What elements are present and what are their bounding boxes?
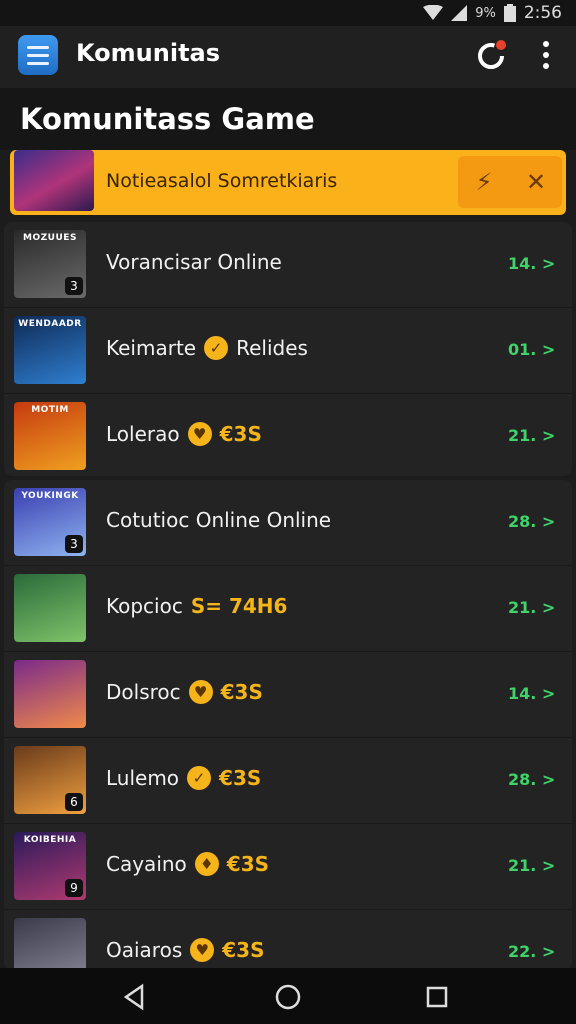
- community-name: Cotutioc Online Online: [106, 508, 332, 532]
- battery-percent: 9%: [475, 5, 496, 21]
- banner-thumbnail: [14, 150, 94, 211]
- signal-icon: [451, 5, 468, 21]
- back-icon[interactable]: [120, 982, 150, 1012]
- page-title: Komunitass Game: [20, 102, 315, 136]
- thumbnail-tag: MOTIM: [31, 405, 69, 415]
- status-badge-icon: ♥: [190, 938, 215, 962]
- status-badge-icon: ✓: [204, 336, 229, 360]
- battery-icon: [503, 4, 516, 22]
- community-name: Lolerao: [106, 422, 180, 446]
- row-label: Dolsroc ♥ €3S: [106, 680, 263, 704]
- member-count[interactable]: 14. >: [508, 254, 555, 273]
- community-name: Kopcioc: [106, 594, 183, 618]
- member-count[interactable]: 21. >: [508, 856, 555, 875]
- navigation-bar: [0, 968, 576, 1024]
- reward-value: S= 74H6: [190, 594, 288, 618]
- member-count[interactable]: 28. >: [508, 512, 555, 531]
- game-thumbnail: MOTIM: [14, 402, 86, 470]
- row-label: Kopcioc S= 74H6: [106, 594, 287, 618]
- chip-text: Relides: [236, 336, 308, 360]
- page-header: Komunitass Game: [0, 88, 576, 150]
- game-thumbnail: MOZUUES 3: [14, 230, 86, 298]
- member-count[interactable]: 22. >: [508, 942, 555, 961]
- close-icon[interactable]: ✕: [516, 168, 556, 196]
- game-thumbnail: WENDAADR: [14, 316, 86, 384]
- row-label: Vorancisar Online: [106, 250, 282, 274]
- game-thumbnail: KOIBEHIA 9: [14, 832, 86, 900]
- game-thumbnail: YOUKINGK 3: [14, 488, 86, 556]
- community-row[interactable]: KOIBEHIA 9 Cayaino ♦ €3S 21. >: [4, 824, 572, 910]
- pin-icon[interactable]: ⚡: [464, 168, 504, 196]
- status-bar: 9% 2:56: [0, 0, 576, 26]
- reward-value: €3S: [219, 766, 262, 790]
- game-thumbnail: [14, 574, 86, 642]
- community-name: Cayaino: [106, 852, 187, 876]
- member-count[interactable]: 21. >: [508, 426, 555, 445]
- home-icon[interactable]: [273, 982, 303, 1012]
- menu-icon[interactable]: [18, 35, 58, 75]
- community-name: Lulemo: [106, 766, 180, 790]
- thumbnail-tag: MOZUUES: [23, 233, 77, 243]
- member-count[interactable]: 01. >: [508, 340, 555, 359]
- reward-value: €3S: [219, 422, 262, 446]
- thumbnail-tag: YOUKINGK: [21, 491, 79, 501]
- thumbnail-badge: 9: [65, 879, 83, 897]
- notification-banner[interactable]: Notieasalol Somretkiaris ⚡ ✕: [10, 150, 566, 215]
- thumbnail-tag: KOIBEHIA: [23, 835, 77, 845]
- game-thumbnail: [14, 660, 86, 728]
- reward-value: €3S: [222, 938, 265, 962]
- community-row[interactable]: WENDAADR Keimarte ✓ Relides 01. >: [4, 308, 572, 394]
- thumbnail-badge: 3: [65, 535, 83, 553]
- recents-icon[interactable]: [422, 982, 452, 1012]
- member-count[interactable]: 21. >: [508, 598, 555, 617]
- member-count[interactable]: 14. >: [508, 684, 555, 703]
- community-group-b: YOUKINGK 3 Cotutioc Online Online 28. > Kopc…: [4, 480, 572, 970]
- more-options-icon[interactable]: [534, 38, 558, 72]
- status-time: 2:56: [523, 3, 562, 23]
- game-thumbnail: 6: [14, 746, 86, 814]
- community-row[interactable]: MOTIM Lolerao ♥ €3S 21. >: [4, 394, 572, 476]
- community-row[interactable]: MOZUUES 3 Vorancisar Online 14. >: [4, 222, 572, 308]
- thumbnail-badge: 3: [65, 277, 83, 295]
- banner-actions: ⚡ ✕: [458, 156, 562, 208]
- status-badge-icon: ✓: [187, 766, 212, 790]
- status-badge-icon: ♦: [194, 852, 219, 876]
- community-name: Vorancisar Online: [106, 250, 282, 274]
- community-name: Dolsroc: [106, 680, 181, 704]
- reward-value: €3S: [220, 680, 263, 704]
- row-label: Keimarte ✓ Relides: [106, 336, 308, 360]
- status-badge-icon: ♥: [188, 680, 213, 704]
- community-row[interactable]: Oaiaros ♥ €3S 22. >: [4, 910, 572, 970]
- community-row[interactable]: Kopcioc S= 74H6 21. >: [4, 566, 572, 652]
- community-name: Keimarte: [106, 336, 197, 360]
- app-bar: Komunitas: [0, 26, 576, 88]
- community-row[interactable]: 6 Lulemo ✓ €3S 28. >: [4, 738, 572, 824]
- row-label: Lolerao ♥ €3S: [106, 422, 262, 446]
- row-label: Lulemo ✓ €3S: [106, 766, 261, 790]
- status-badge-icon: ♥: [187, 422, 212, 446]
- reward-value: €3S: [226, 852, 270, 876]
- row-label: Cayaino ♦ €3S: [106, 852, 269, 876]
- community-name: Oaiaros: [106, 938, 183, 962]
- row-label: Cotutioc Online Online: [106, 508, 331, 532]
- row-label: Oaiaros ♥ €3S: [106, 938, 265, 962]
- member-count[interactable]: 28. >: [508, 770, 555, 789]
- thumbnail-tag: WENDAADR: [18, 319, 82, 329]
- community-row[interactable]: YOUKINGK 3 Cotutioc Online Online 28. >: [4, 480, 572, 566]
- community-row[interactable]: Dolsroc ♥ €3S 14. >: [4, 652, 572, 738]
- banner-text: Notieasalol Somretkiaris: [106, 170, 338, 192]
- wifi-icon: [423, 5, 444, 20]
- game-thumbnail: [14, 918, 86, 970]
- community-group-a: MOZUUES 3 Vorancisar Online 14. > WENDAADR Ke…: [4, 222, 572, 476]
- sync-icon[interactable]: [474, 38, 508, 72]
- thumbnail-badge: 6: [65, 793, 83, 811]
- app-title: Komunitas: [76, 39, 221, 67]
